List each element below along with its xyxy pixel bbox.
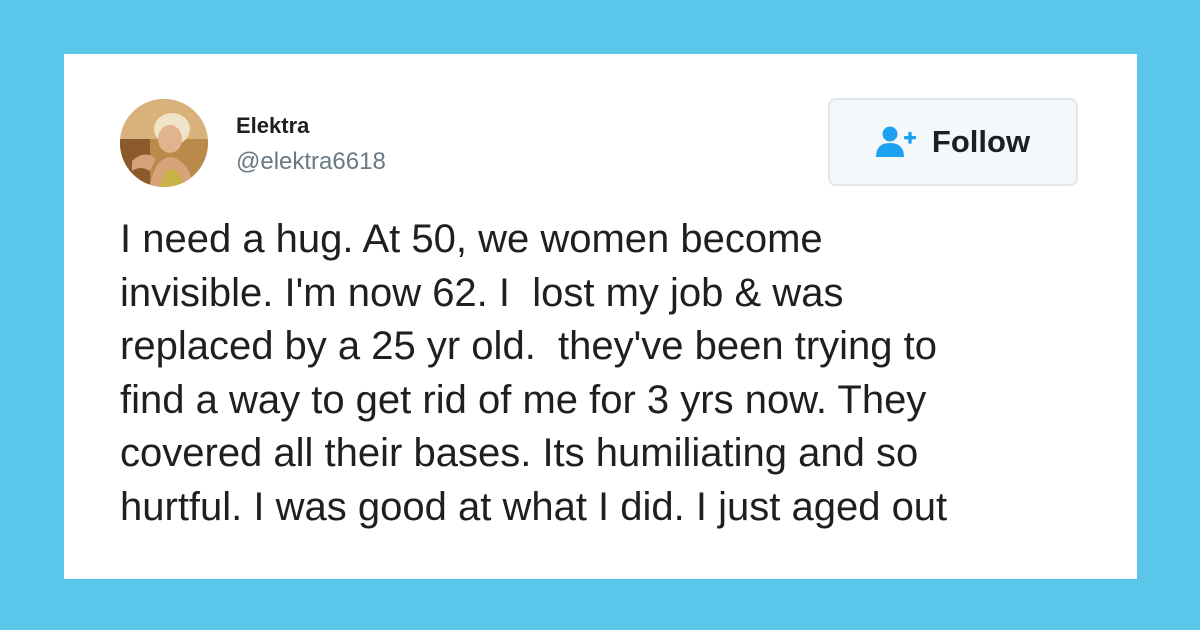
user-handle[interactable]: @elektra6618 — [236, 148, 386, 176]
tweet-line: covered all their bases. Its humiliating… — [120, 431, 919, 475]
follow-button[interactable]: Follow — [828, 98, 1078, 186]
tweet-line: hurtful. I was good at what I did. I jus… — [120, 484, 948, 529]
tweet-line: find a way to get rid of me for 3 yrs no… — [120, 377, 927, 422]
profile-photo — [120, 99, 208, 187]
user-name[interactable]: Elektra — [236, 113, 309, 139]
tweet-text: I need a hug. At 50, we women become inv… — [120, 213, 1110, 534]
follow-label: Follow — [931, 124, 1031, 159]
tweet-line: replaced by a 25 yr old. they've been tr… — [120, 324, 938, 368]
tweet-line: invisible. I'm now 62. I lost my job & w… — [120, 270, 844, 315]
add-user-icon — [875, 125, 918, 159]
tweet-card: Elektra @elektra6618 Follow I need a hug… — [64, 54, 1137, 579]
avatar[interactable] — [120, 99, 208, 187]
tweet-line: I need a hug. At 50, we women become — [120, 217, 823, 261]
